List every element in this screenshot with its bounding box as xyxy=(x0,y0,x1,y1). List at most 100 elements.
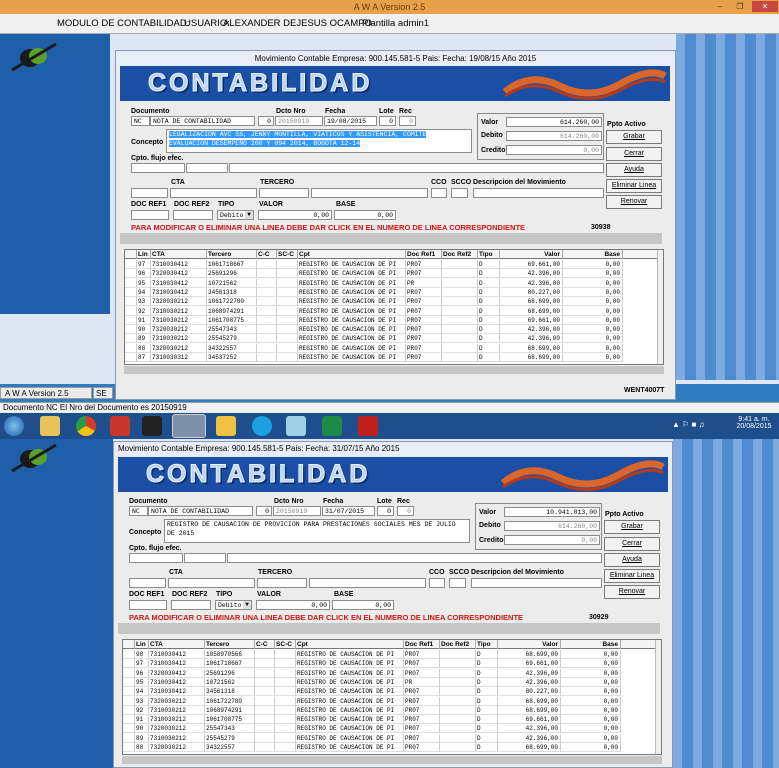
doc-ref2-field-2[interactable] xyxy=(171,600,211,610)
doc-ref2-field[interactable] xyxy=(173,210,213,220)
grid-scrollbar-2[interactable] xyxy=(655,640,661,754)
table-row[interactable]: 89 7310030212 25545279 REGISTRO DE CAUSACIO… xyxy=(125,334,657,344)
cell-lin[interactable]: 88 xyxy=(137,343,151,353)
valor-field[interactable]: 614.260,00 xyxy=(506,117,602,127)
row-marker[interactable] xyxy=(125,325,137,335)
cell-lin[interactable]: 96 xyxy=(137,269,151,279)
row-marker[interactable] xyxy=(125,315,137,325)
mdi-tab-se[interactable]: SE xyxy=(93,387,113,399)
clock[interactable]: 9:41 a. m. 20/08/2015 xyxy=(730,416,778,430)
table-row[interactable]: 92 7310030212 1068974291 REGISTRO DE CAUSAC… xyxy=(123,705,655,715)
eliminar-linea-button[interactable]: Eliminar Linea xyxy=(606,179,662,193)
row-marker[interactable] xyxy=(123,650,135,659)
documento-name-field[interactable]: NOTA DE CONTABILIDAD xyxy=(150,116,255,126)
grid-hscrollbar-2[interactable] xyxy=(122,756,662,764)
excel-icon[interactable] xyxy=(322,416,342,436)
table-row[interactable]: 95 7310030412 10721562 REGISTRO DE CAUSACIO… xyxy=(125,278,657,288)
dcto-nro-field[interactable]: 20150919 xyxy=(275,116,323,126)
row-marker[interactable] xyxy=(123,687,135,697)
row-marker[interactable] xyxy=(125,260,137,269)
row-marker[interactable] xyxy=(125,334,137,344)
table-row[interactable]: 97 7310030412 1061718667 REGISTRO DE CAUSAC… xyxy=(123,659,655,669)
row-marker[interactable] xyxy=(123,696,135,706)
eliminar-linea-button-2[interactable]: Eliminar Linea xyxy=(604,569,660,583)
cell-lin[interactable]: 89 xyxy=(135,733,149,743)
row-marker[interactable] xyxy=(125,269,137,279)
notes-icon[interactable] xyxy=(286,416,306,436)
cell-lin[interactable]: 97 xyxy=(137,260,151,269)
start-orb-icon[interactable] xyxy=(4,416,24,436)
table-row[interactable]: 93 7320030212 1061722780 REGISTRO DE CAUSAC… xyxy=(125,297,657,307)
table-row[interactable]: 91 7310030212 1061708775 REGISTRO DE CAUSAC… xyxy=(125,315,657,325)
table-row[interactable]: 94 7310030412 34561318 REGISTRO DE CAUSACIO… xyxy=(125,287,657,297)
terminal-icon[interactable] xyxy=(142,416,162,436)
fecha-field[interactable]: 19/08/2015 xyxy=(324,116,377,126)
tipo-select[interactable]: Debito ▼ xyxy=(217,210,254,220)
cell-lin[interactable]: 93 xyxy=(135,696,149,706)
dcto-nro-field-2[interactable]: 20150919 xyxy=(273,506,321,516)
row-marker[interactable] xyxy=(125,278,137,288)
tercero-code-field[interactable] xyxy=(259,188,309,198)
base-field[interactable]: 0,00 xyxy=(334,210,396,220)
chrome-icon[interactable] xyxy=(76,416,96,436)
table-row[interactable]: 88 7320030212 34322557 REGISTRO DE CAUSACIO… xyxy=(125,343,657,353)
cpto-flujo-code-field[interactable] xyxy=(131,163,185,173)
lote-field[interactable]: 0 xyxy=(379,116,396,126)
mdi-tab-awa[interactable]: A W A Version 2.5 xyxy=(0,387,92,399)
cell-lin[interactable]: 94 xyxy=(135,687,149,697)
renovar-button[interactable]: Renovar xyxy=(606,195,662,209)
debito-field-2[interactable]: 614.260,00 xyxy=(504,521,600,531)
row-marker[interactable] xyxy=(123,715,135,725)
table-row[interactable]: 89 7310030212 25545279 REGISTRO DE CAUSACIO… xyxy=(123,733,655,743)
scco-field-2[interactable] xyxy=(449,578,466,588)
table-row[interactable]: 94 7310030412 34561318 REGISTRO DE CAUSACIO… xyxy=(123,687,655,697)
valor-line-field[interactable]: 0,00 xyxy=(258,210,332,220)
grid-scrollbar[interactable] xyxy=(657,250,663,364)
cco-field-2[interactable] xyxy=(429,578,445,588)
tray-icons[interactable]: ▲ ⚐ ■ ♫ xyxy=(672,420,720,432)
row-marker[interactable] xyxy=(125,297,137,307)
dcto-prefix-field-2[interactable]: 0 xyxy=(256,506,272,516)
cco-field[interactable] xyxy=(431,188,447,198)
table-row[interactable]: 92 7310030212 1068974291 REGISTRO DE CAUSAC… xyxy=(125,306,657,316)
table-row[interactable]: 93 7320030212 1061722780 REGISTRO DE CAUSAC… xyxy=(123,696,655,706)
cell-lin[interactable]: 89 xyxy=(137,334,151,344)
maximize-button[interactable]: ❐ xyxy=(732,1,748,12)
cpto-flujo-desc-field[interactable] xyxy=(229,163,604,173)
cell-lin[interactable]: 91 xyxy=(135,715,149,725)
fecha-field-2[interactable]: 31/07/2015 xyxy=(322,506,375,516)
row-marker[interactable] xyxy=(125,306,137,316)
row-marker[interactable] xyxy=(125,343,137,353)
cpto-flujo-desc-field-2[interactable] xyxy=(227,553,602,563)
cerrar-button[interactable]: Cerrar xyxy=(606,147,662,161)
cell-lin[interactable]: 93 xyxy=(137,297,151,307)
row-marker[interactable] xyxy=(123,724,135,734)
table-row[interactable]: 96 7320030412 25691296 REGISTRO DE CAUSACIO… xyxy=(125,269,657,279)
chevron-down-icon[interactable]: ▼ xyxy=(243,601,251,609)
doc-ref1-field-2[interactable] xyxy=(129,600,167,610)
row-marker[interactable] xyxy=(123,705,135,715)
acrobat-icon[interactable] xyxy=(358,416,378,436)
table-row[interactable]: 90 7320030212 25547343 REGISTRO DE CAUSACIO… xyxy=(123,724,655,734)
cell-lin[interactable]: 97 xyxy=(135,659,149,669)
cell-lin[interactable]: 88 xyxy=(135,743,149,752)
cta-code-field[interactable] xyxy=(131,188,168,198)
tercero-code-field-2[interactable] xyxy=(257,578,307,588)
cpto-flujo-field-2-2[interactable] xyxy=(184,553,226,563)
cell-lin[interactable]: 94 xyxy=(137,287,151,297)
documento-name-field-2[interactable]: NOTA DE CONTABILIDAD xyxy=(148,506,253,516)
credito-field-2[interactable]: 0,00 xyxy=(504,535,600,545)
doc-ref1-field[interactable] xyxy=(131,210,169,220)
concepto-field-2[interactable]: REGISTRO DE CAUSACION DE PROVICION PARA … xyxy=(164,519,470,543)
row-marker[interactable] xyxy=(123,743,135,752)
row-marker[interactable] xyxy=(123,668,135,678)
cell-lin[interactable]: 95 xyxy=(135,677,149,687)
ayuda-button-2[interactable]: Ayuda xyxy=(604,553,660,567)
awa-app-icon[interactable] xyxy=(172,414,206,438)
folder-icon[interactable] xyxy=(216,416,236,436)
scco-field[interactable] xyxy=(451,188,468,198)
cell-lin[interactable]: 92 xyxy=(137,306,151,316)
documento-code-field-2[interactable]: NC xyxy=(129,506,148,516)
renovar-button-2[interactable]: Renovar xyxy=(604,585,660,599)
row-marker[interactable] xyxy=(123,733,135,743)
